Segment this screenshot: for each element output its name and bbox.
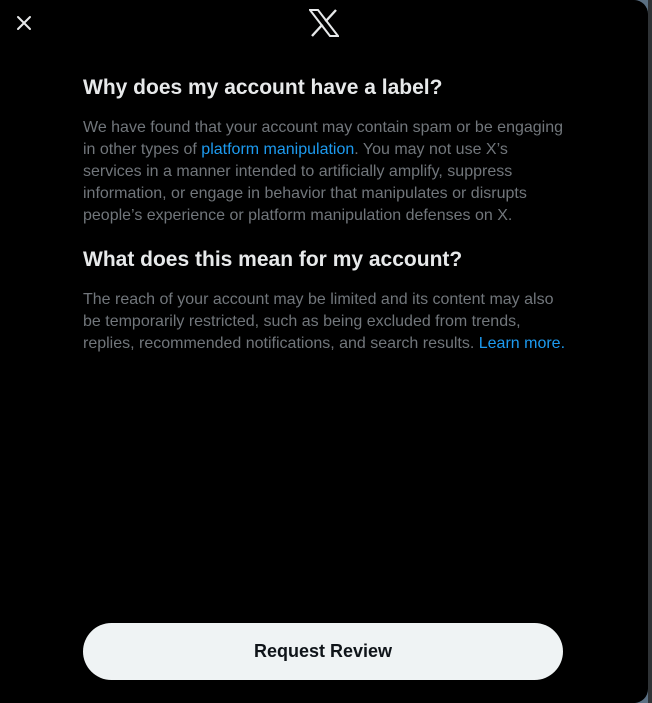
section-title-account-impact: What does this mean for my account? [83, 248, 463, 271]
learn-more-link[interactable]: Learn more. [479, 335, 565, 352]
label-info-modal: Why does my account have a label? We hav… [0, 0, 648, 703]
close-button[interactable] [8, 9, 40, 41]
section-title-label-reason: Why does my account have a label? [83, 76, 443, 99]
background-edge [648, 0, 652, 703]
section-text-label-reason: We have found that your account may cont… [83, 117, 565, 227]
x-logo-icon [307, 8, 340, 42]
request-review-button[interactable]: Request Review [83, 623, 563, 680]
x-logo [307, 8, 340, 42]
platform-manipulation-link[interactable]: platform manipulation [201, 141, 354, 158]
section-text-account-impact: The reach of your account may be limited… [83, 289, 565, 355]
modal-content: Why does my account have a label? We hav… [83, 74, 565, 355]
close-icon [16, 15, 32, 36]
